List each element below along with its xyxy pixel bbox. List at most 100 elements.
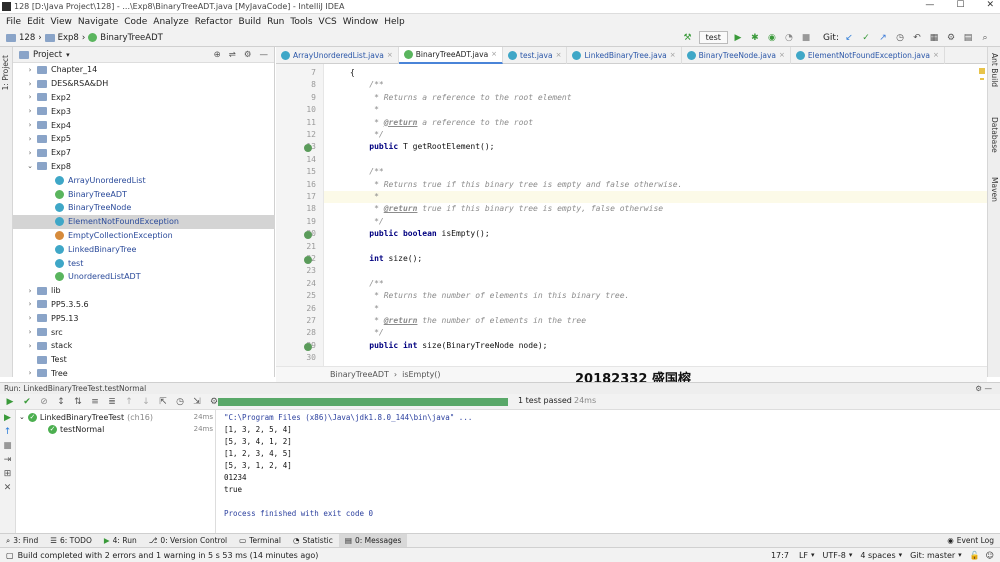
- show-ignored-icon[interactable]: ⊘: [37, 396, 51, 408]
- up-icon[interactable]: ↑: [0, 427, 15, 437]
- close-tab-icon[interactable]: ×: [779, 51, 785, 59]
- indent-setting[interactable]: 4 spaces: [860, 551, 895, 560]
- import-icon[interactable]: ⇲: [190, 396, 204, 408]
- code-line[interactable]: * @return true if this binary tree is em…: [350, 204, 663, 213]
- tree-item[interactable]: › Exp3: [13, 104, 275, 118]
- settings-icon[interactable]: ⚙: [944, 32, 958, 44]
- close-tab-icon[interactable]: ×: [670, 51, 676, 59]
- chevron-right-icon[interactable]: ›: [25, 328, 35, 336]
- tree-item[interactable]: Test: [13, 353, 275, 367]
- git-update-icon[interactable]: ↙: [842, 32, 856, 44]
- code-line[interactable]: */: [350, 217, 384, 226]
- analysis-warning-icon[interactable]: [979, 68, 985, 74]
- maven-tab[interactable]: Maven: [990, 177, 999, 202]
- code-line[interactable]: *: [350, 105, 379, 114]
- rerun-icon[interactable]: ▶: [3, 396, 17, 408]
- run-panel-title[interactable]: Run: LinkedBinaryTreeTest.testNormal: [4, 384, 146, 393]
- status-message[interactable]: Build completed with 2 errors and 1 warn…: [18, 551, 319, 560]
- breadcrumb-file[interactable]: BinaryTreeADT: [100, 33, 163, 43]
- close-tab-icon[interactable]: ×: [491, 50, 497, 58]
- tree-item[interactable]: › PP5.13: [13, 311, 275, 325]
- sort-duration-icon[interactable]: ⇅: [71, 396, 85, 408]
- test-suite-row[interactable]: ⌄ ✓ LinkedBinaryTreeTest (ch16) 24ms: [16, 411, 215, 423]
- code-line[interactable]: */: [350, 130, 384, 139]
- editor-tab[interactable]: ArrayUnorderedList.java ×: [276, 46, 399, 64]
- locate-icon[interactable]: ⊕: [214, 50, 221, 60]
- tree-item[interactable]: ElementNotFoundException: [13, 214, 275, 229]
- restore-layout-icon[interactable]: ⇥: [0, 455, 15, 465]
- tree-item[interactable]: › Exp2: [13, 91, 275, 105]
- inspector-icon[interactable]: ☺: [986, 551, 994, 560]
- menu-edit[interactable]: Edit: [27, 17, 44, 27]
- console-output[interactable]: "C:\Program Files (x86)\Java\jdk1.8.0_14…: [217, 410, 1000, 533]
- chevron-down-icon[interactable]: ⌄: [25, 162, 35, 170]
- chevron-right-icon[interactable]: ›: [25, 121, 35, 129]
- chevron-right-icon[interactable]: ›: [25, 149, 35, 157]
- code-line[interactable]: public int size(BinaryTreeNode node);: [350, 341, 547, 350]
- code-line[interactable]: * @return the number of elements in the …: [350, 316, 586, 325]
- menu-help[interactable]: Help: [384, 17, 405, 27]
- tree-item[interactable]: › Exp5: [13, 132, 275, 146]
- chevron-right-icon[interactable]: ›: [25, 314, 35, 322]
- git-branch[interactable]: Git: master: [910, 551, 955, 560]
- tree-item[interactable]: › Exp7: [13, 146, 275, 160]
- terminal-tab[interactable]: ▭ Terminal: [233, 534, 287, 548]
- code-line[interactable]: public T getRootElement();: [350, 142, 494, 151]
- tree-item[interactable]: BinaryTreeNode: [13, 201, 275, 215]
- sort-alpha-icon[interactable]: ↕: [54, 396, 68, 408]
- code-line[interactable]: *: [350, 192, 379, 201]
- caret-position[interactable]: 17:7: [771, 551, 789, 560]
- build-hammer-icon[interactable]: ⚒: [681, 32, 695, 44]
- maximize-button[interactable]: ☐: [956, 0, 964, 10]
- menu-navigate[interactable]: Navigate: [78, 17, 118, 27]
- run-tab[interactable]: ▶ 4: Run: [98, 534, 143, 548]
- code-editor[interactable]: 7891011121314151617181920212223242526272…: [276, 64, 987, 366]
- minimize-button[interactable]: —: [925, 0, 934, 10]
- code-line[interactable]: * Returns the number of elements in this…: [350, 291, 629, 300]
- menu-build[interactable]: Build: [239, 17, 262, 27]
- git-commit-icon[interactable]: ✓: [859, 32, 873, 44]
- editor-breadcrumb-method[interactable]: isEmpty(): [402, 370, 440, 379]
- menu-analyze[interactable]: Analyze: [153, 17, 188, 27]
- run-icon[interactable]: ▶: [731, 32, 745, 44]
- version-control-tab[interactable]: ⎇ 0: Version Control: [143, 534, 233, 548]
- statistic-tab[interactable]: ◔ Statistic: [287, 534, 339, 548]
- hide-icon[interactable]: —: [260, 50, 269, 60]
- stop-icon[interactable]: ■: [799, 32, 813, 44]
- rerun-icon[interactable]: ▶: [0, 413, 15, 423]
- expand-arrow-icon[interactable]: ⌄: [19, 413, 25, 421]
- tree-item[interactable]: › Exp4: [13, 118, 275, 132]
- git-history-icon[interactable]: ◷: [893, 32, 907, 44]
- chevron-down-icon[interactable]: ▾: [66, 51, 70, 59]
- code-line[interactable]: * @return a reference to the root: [350, 118, 533, 127]
- tree-item[interactable]: UnorderedListADT: [13, 270, 275, 284]
- close-tab-icon[interactable]: ✕: [0, 483, 15, 493]
- chevron-right-icon[interactable]: ›: [25, 287, 35, 295]
- code-line[interactable]: *: [350, 304, 379, 313]
- find-tab[interactable]: ⌕ 3: Find: [0, 534, 44, 548]
- chevron-right-icon[interactable]: ›: [25, 107, 35, 115]
- history-icon[interactable]: ◷: [173, 396, 187, 408]
- editor-tab[interactable]: LinkedBinaryTree.java ×: [567, 46, 682, 64]
- export-icon[interactable]: ⇱: [156, 396, 170, 408]
- chevron-right-icon[interactable]: ›: [25, 80, 35, 88]
- event-log-tab[interactable]: ◉ Event Log: [941, 534, 1000, 548]
- breadcrumb-folder[interactable]: Exp8: [58, 33, 79, 43]
- chevron-right-icon[interactable]: ›: [25, 369, 35, 377]
- editor-tab[interactable]: ElementNotFoundException.java ×: [791, 46, 945, 64]
- chevron-right-icon[interactable]: ›: [25, 300, 35, 308]
- implemented-method-icon[interactable]: [304, 256, 312, 264]
- chevron-right-icon[interactable]: ›: [25, 135, 35, 143]
- project-structure-icon[interactable]: ▦: [927, 32, 941, 44]
- tree-item[interactable]: › Tree: [13, 367, 275, 381]
- tree-item[interactable]: test: [13, 256, 275, 270]
- messages-tab[interactable]: ▤ 0: Messages: [338, 533, 408, 548]
- git-compare-icon[interactable]: ↗: [876, 32, 890, 44]
- chevron-right-icon[interactable]: ›: [25, 66, 35, 74]
- tree-item[interactable]: › src: [13, 325, 275, 339]
- coverage-icon[interactable]: ◉: [765, 32, 779, 44]
- editor-tab[interactable]: BinaryTreeADT.java ×: [398, 46, 504, 64]
- database-tab[interactable]: Database: [990, 117, 999, 153]
- gear-icon[interactable]: ⚙ —: [975, 384, 992, 393]
- tree-item[interactable]: › Chapter_14: [13, 63, 275, 77]
